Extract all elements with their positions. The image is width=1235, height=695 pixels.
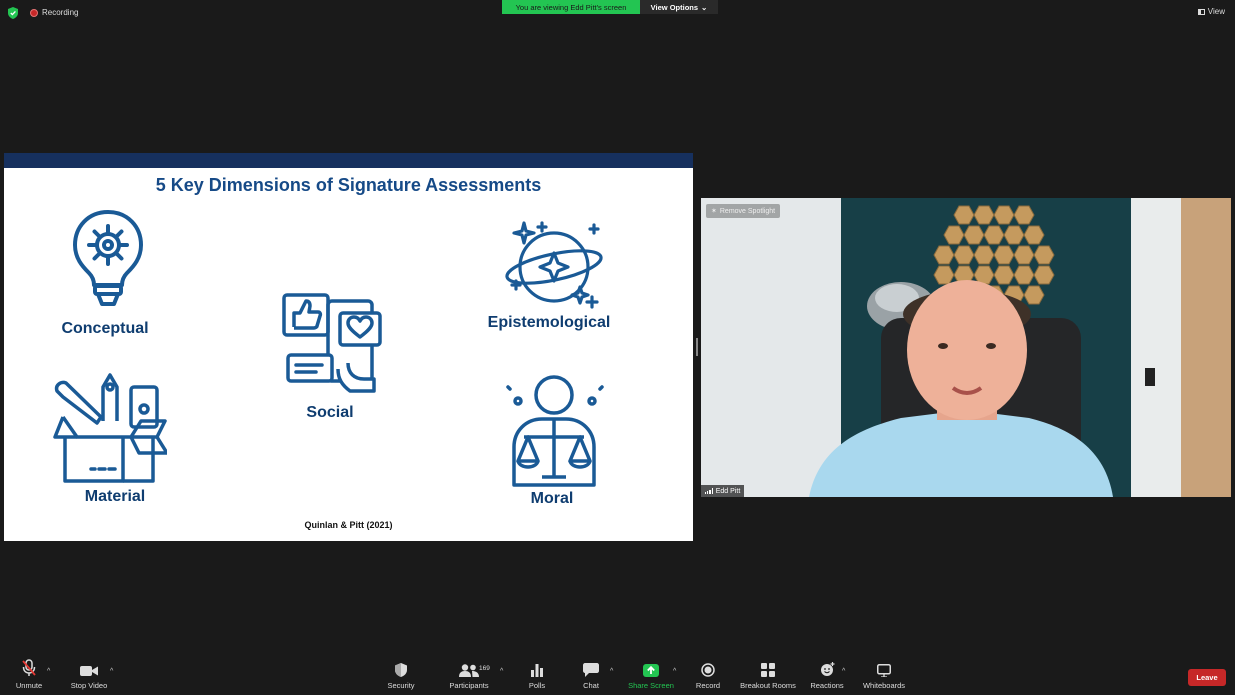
participants-icon <box>459 664 479 677</box>
chat-button[interactable]: Chat <box>578 655 604 695</box>
reactions-options-caret-icon[interactable]: ^ <box>842 668 845 675</box>
audio-options-caret-icon[interactable]: ^ <box>47 668 50 675</box>
planet-sparkles-icon <box>505 221 603 309</box>
participants-label: Participants <box>449 681 489 690</box>
dimension-label-material: Material <box>84 488 146 505</box>
participant-name: Edd Pitt <box>715 487 741 495</box>
chat-options-caret-icon[interactable]: ^ <box>610 668 613 675</box>
view-layout-icon <box>1197 8 1205 15</box>
polls-bar-chart-icon <box>531 664 543 677</box>
leave-button[interactable]: Leave <box>1188 669 1226 686</box>
shared-screen-slide: 5 Key Dimensions of Signature Assessment… <box>4 153 693 541</box>
dimension-label-moral: Moral <box>530 490 574 507</box>
remove-spotlight-label: Remove Spotlight <box>719 207 776 215</box>
zoom-meeting-window: Recording You are viewing Edd Pitt's scr… <box>0 0 1235 695</box>
video-feed-image <box>701 198 1231 497</box>
whiteboards-button[interactable]: Whiteboards <box>860 655 908 695</box>
stop-video-label: Stop Video <box>70 681 108 690</box>
participants-count: 169 <box>479 665 490 672</box>
split-view-divider-handle[interactable] <box>696 338 698 356</box>
spotlight-icon: ✶ <box>711 208 717 215</box>
view-options-button[interactable]: View Options ⌄ <box>640 0 718 14</box>
open-box-tools-icon <box>53 373 167 483</box>
chat-label: Chat <box>583 681 599 690</box>
whiteboard-icon <box>877 664 891 677</box>
share-screen-label: Share Screen <box>628 681 674 690</box>
slide-header-band <box>4 153 693 168</box>
participants-button[interactable]: Participants <box>446 655 492 695</box>
view-label: View <box>1207 7 1225 16</box>
microphone-muted-icon <box>22 659 36 676</box>
video-camera-icon <box>80 666 98 676</box>
dimension-label-epistemological: Epistemological <box>487 314 611 331</box>
security-label: Security <box>387 681 415 690</box>
share-options-caret-icon[interactable]: ^ <box>673 668 676 675</box>
security-button[interactable]: Security <box>384 655 418 695</box>
remove-spotlight-button[interactable]: ✶ Remove Spotlight <box>706 204 781 218</box>
polls-label: Polls <box>528 681 546 690</box>
reactions-smiley-icon <box>820 662 834 676</box>
participants-options-caret-icon[interactable]: ^ <box>500 668 503 675</box>
top-bar: Recording You are viewing Edd Pitt's scr… <box>0 0 1235 26</box>
chevron-down-icon: ⌄ <box>701 2 708 12</box>
viewing-screen-banner: You are viewing Edd Pitt's screen <box>502 0 640 14</box>
meeting-toolbar: Unmute ^ Stop Video ^ Security Participa… <box>0 655 1235 695</box>
participant-video-tile[interactable]: ✶ Remove Spotlight Edd Pitt <box>701 198 1231 497</box>
dimension-label-social: Social <box>306 404 354 421</box>
recording-label: Recording <box>42 8 79 17</box>
person-scales-icon <box>506 375 604 487</box>
reactions-button[interactable]: Reactions <box>808 655 846 695</box>
lightbulb-gear-icon <box>73 210 143 306</box>
slide-title: 5 Key Dimensions of Signature Assessment… <box>155 175 542 195</box>
view-button[interactable]: View <box>1197 7 1225 16</box>
shield-check-icon[interactable] <box>8 7 18 19</box>
signal-strength-icon <box>705 488 713 494</box>
reactions-label: Reactions <box>810 681 844 690</box>
stop-video-button[interactable]: Stop Video <box>68 655 110 695</box>
unmute-label: Unmute <box>15 681 43 690</box>
record-button[interactable]: Record <box>692 655 724 695</box>
chat-bubble-icon <box>583 663 599 677</box>
slide-citation: Quinlan & Pitt (2021) <box>304 520 393 530</box>
unmute-button[interactable]: Unmute <box>10 655 48 695</box>
record-label: Record <box>695 681 721 690</box>
recording-indicator[interactable]: Recording <box>30 8 78 17</box>
share-screen-button[interactable]: Share Screen <box>627 655 675 695</box>
dimension-label-conceptual: Conceptual <box>61 320 149 337</box>
share-screen-arrow-icon <box>643 664 659 677</box>
video-options-caret-icon[interactable]: ^ <box>110 668 113 675</box>
record-icon <box>701 663 715 677</box>
breakout-rooms-label: Breakout Rooms <box>740 681 796 690</box>
polls-button[interactable]: Polls <box>524 655 550 695</box>
view-options-label: View Options <box>650 2 699 12</box>
participant-name-tag: Edd Pitt <box>701 485 745 497</box>
breakout-rooms-button[interactable]: Breakout Rooms <box>737 655 799 695</box>
breakout-rooms-grid-icon <box>761 663 775 677</box>
social-media-icon <box>282 293 382 393</box>
whiteboards-label: Whiteboards <box>862 681 906 690</box>
recording-dot-icon <box>30 8 38 17</box>
security-shield-icon <box>395 663 407 677</box>
